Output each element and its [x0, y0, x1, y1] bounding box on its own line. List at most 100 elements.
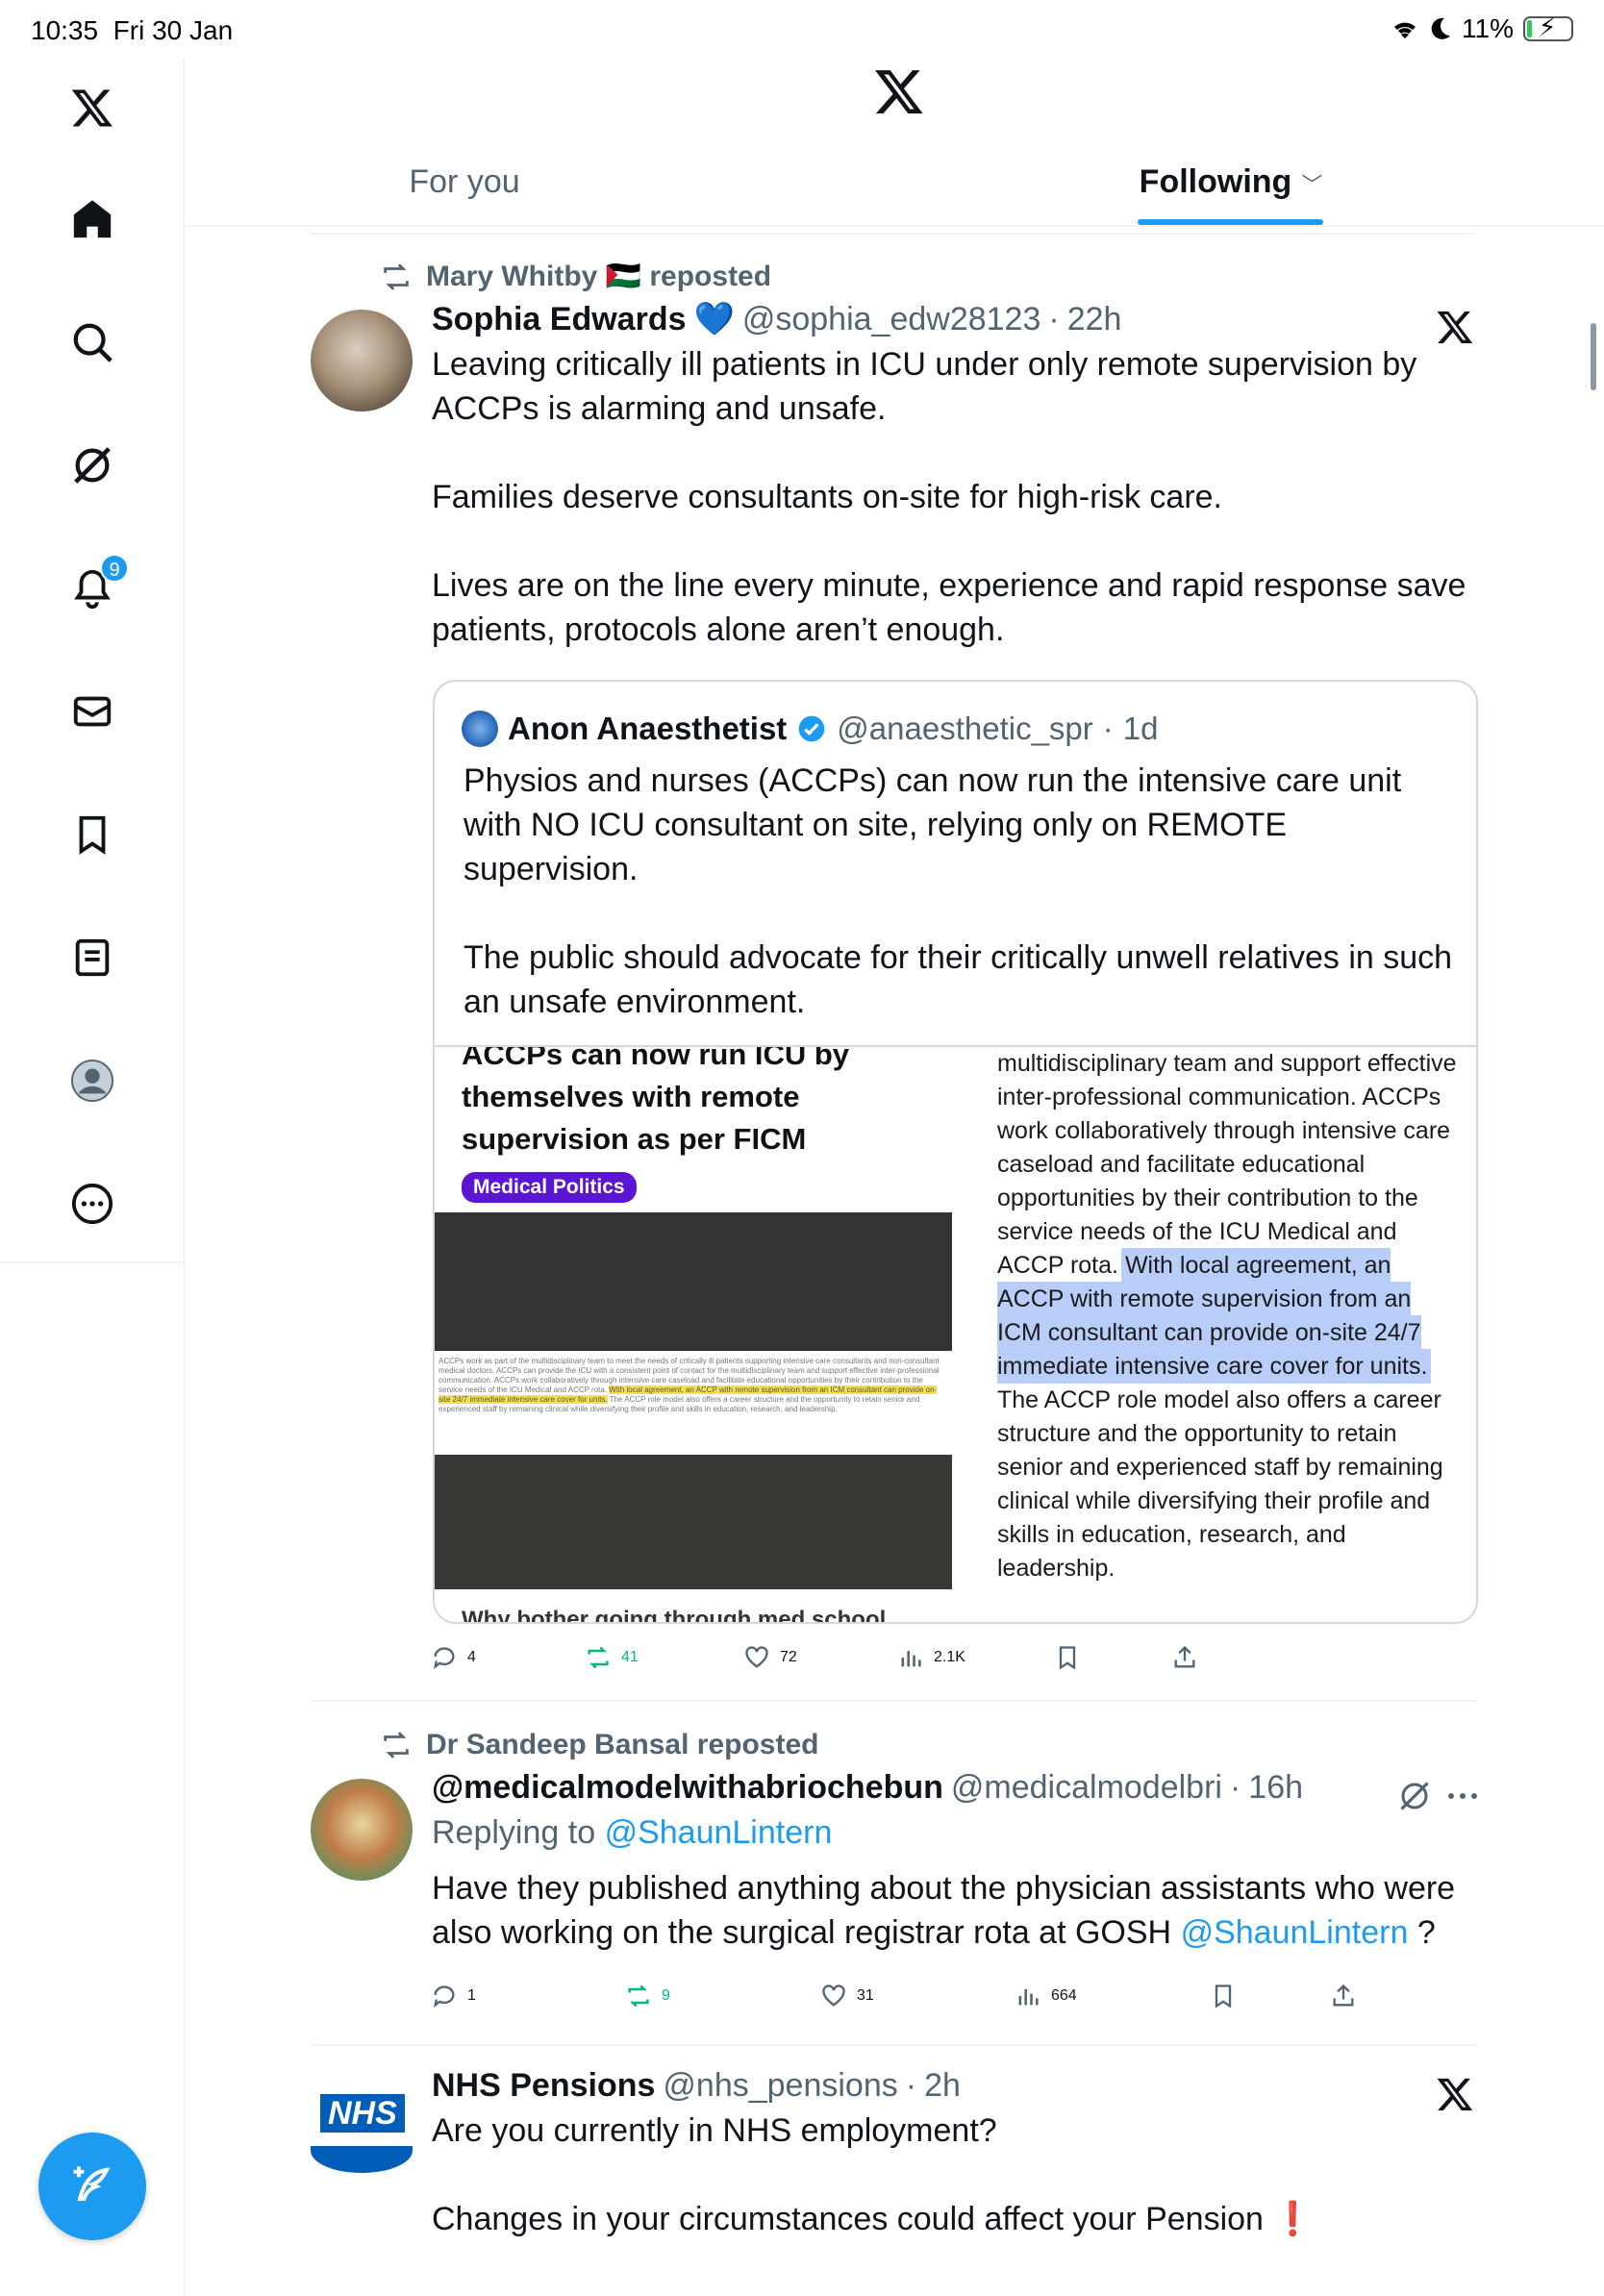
sidebar-item-more[interactable] [63, 1175, 121, 1233]
blue-heart-icon: 💙 [693, 301, 735, 337]
verified-badge-icon [798, 715, 825, 742]
nhs-logo: NHS [320, 2094, 405, 2133]
post-sophia-edwards[interactable]: Mary Whitby 🇵🇸 reposted Sophia Edwards 💙… [311, 252, 1478, 1694]
reply-icon [433, 1647, 455, 1670]
image-dark-block [435, 1455, 952, 1589]
list-icon [75, 938, 110, 977]
heart-icon [822, 1984, 845, 2007]
status-bar: 10:35 Fri 30 Jan 11% ⚡ [0, 0, 1604, 60]
tab-following[interactable]: Following ﹀ [1140, 163, 1323, 201]
home-icon [73, 200, 112, 238]
image-dark-block [435, 1212, 952, 1351]
views-icon [901, 1651, 921, 1667]
quoted-post-time: 1d [1122, 711, 1159, 746]
bookmark-icon [1215, 1984, 1232, 2009]
post-text: Leaving critically ill patients in ICU u… [432, 346, 1466, 648]
battery-percent: 11% [1462, 13, 1514, 43]
status-right: 11% ⚡ [1391, 12, 1573, 44]
x-logo-icon[interactable] [873, 65, 925, 117]
share-button[interactable] [1171, 1644, 1198, 1671]
x-logo-icon[interactable] [63, 79, 121, 137]
sidebar-item-lists[interactable] [63, 929, 121, 986]
repost-icon [384, 1732, 409, 1759]
quoted-author-handle[interactable]: @anaesthetic_spr [837, 711, 1092, 747]
quoted-post-text: Physios and nurses (ACCPs) can now run t… [464, 762, 1453, 1020]
active-tab-indicator [1138, 219, 1323, 225]
image-zoomed-text: multidisciplinary team and support effec… [997, 1050, 1457, 1582]
sidebar-item-notifications[interactable]: 9 [63, 554, 129, 617]
like-button[interactable]: 31 [820, 1983, 874, 2009]
views-button[interactable]: 2.1K [897, 1644, 965, 1671]
mention-link[interactable]: @ShaunLintern [1181, 1914, 1409, 1951]
repost-button[interactable]: 9 [625, 1983, 670, 2009]
sidebar-item-profile[interactable] [63, 1052, 121, 1110]
avatar[interactable] [311, 1779, 413, 1881]
category-pill: Medical Politics [462, 1172, 637, 1203]
compose-button[interactable] [38, 2133, 146, 2240]
sidebar-divider [0, 1261, 185, 1263]
author-handle[interactable]: @medicalmodelbri [951, 1769, 1222, 1807]
timeline-tabs: For you Following ﹀ [186, 144, 1604, 227]
separator-dot: · [1229, 1769, 1241, 1806]
post-time[interactable]: 22h [1067, 301, 1122, 338]
author-name[interactable]: NHS Pensions [432, 2067, 655, 2105]
more-options-icon[interactable] [1445, 1783, 1480, 1809]
sidebar-item-grok[interactable] [63, 437, 121, 494]
post-time[interactable]: 16h [1248, 1769, 1303, 1807]
repost-icon [628, 1984, 649, 2008]
sidebar-item-home[interactable] [63, 190, 121, 248]
scrollbar[interactable] [1591, 323, 1596, 390]
sidebar-edge [184, 1263, 186, 2296]
moon-icon [1431, 17, 1451, 39]
author-name[interactable]: @medicalmodelwithabriochebun [432, 1769, 943, 1807]
post-time[interactable]: 2h [924, 2067, 961, 2105]
bookmark-button[interactable] [1054, 1644, 1081, 1671]
chevron-down-icon: ﹀ [1301, 173, 1323, 197]
separator-dot: · [1048, 300, 1060, 337]
post-header: NHS Pensions @nhs_pensions · 2h [432, 2067, 1477, 2105]
repost-button[interactable]: 41 [585, 1644, 639, 1671]
bookmark-button[interactable] [1210, 1983, 1237, 2009]
avatar[interactable] [462, 711, 498, 747]
quoted-post-image[interactable]: ACCPs can now run ICU by themselves with… [435, 1045, 1476, 1624]
post-header: Sophia Edwards 💙 @sophia_edw28123 · 22h [432, 300, 1477, 338]
compose-icon [73, 2166, 111, 2201]
sidebar-item-messages[interactable] [63, 683, 121, 740]
post-nhs-pensions[interactable]: NHS NHS Pensions @nhs_pensions · 2h Are … [311, 2067, 1477, 2296]
repost-icon [588, 1646, 609, 1669]
author-handle[interactable]: @nhs_pensions [663, 2067, 897, 2105]
bookmark-icon [1059, 1646, 1076, 1670]
share-button[interactable] [1330, 1983, 1357, 2009]
search-icon [73, 323, 113, 362]
reply-button[interactable]: 1 [431, 1983, 476, 2009]
author-handle[interactable]: @sophia_edw28123 [742, 301, 1041, 338]
views-icon [1018, 1989, 1039, 2006]
sidebar-item-bookmarks[interactable] [63, 806, 121, 863]
image-cut-text: Why bother going through med school [462, 1607, 887, 1624]
mention-link[interactable]: @ShaunLintern [605, 1814, 833, 1851]
post-medicalmodel[interactable]: Dr Sandeep Bansal reposted @medicalmodel… [311, 1721, 1477, 2038]
post-text: Have they published anything about the p… [432, 1870, 1456, 1951]
avatar[interactable]: NHS [311, 2077, 413, 2179]
x-logo-icon [1437, 311, 1473, 343]
x-logo-icon [1437, 2078, 1473, 2110]
repost-context: Mary Whitby 🇵🇸 reposted [380, 260, 771, 293]
quoted-author-name[interactable]: Anon Anaesthetist [508, 711, 787, 747]
tab-for-you[interactable]: For you [409, 163, 519, 201]
post-text: Are you currently in NHS employment? Cha… [432, 2112, 1314, 2237]
repost-icon [384, 262, 409, 290]
grok-icon[interactable] [1397, 1779, 1432, 1813]
like-button[interactable]: 72 [743, 1644, 797, 1671]
views-button[interactable]: 664 [1015, 1983, 1077, 2009]
post-divider [311, 2044, 1477, 2046]
reply-button[interactable]: 4 [431, 1644, 476, 1671]
author-name[interactable]: Sophia Edwards [432, 301, 687, 338]
avatar[interactable] [311, 310, 413, 412]
wifi-icon [1394, 22, 1416, 38]
quoted-post[interactable]: Anon Anaesthetist @anaesthetic_spr · 1d … [433, 680, 1478, 1624]
notification-badge: 9 [100, 554, 129, 583]
quoted-post-header: Anon Anaesthetist @anaesthetic_spr · 1d [462, 711, 1159, 747]
repost-context: Dr Sandeep Bansal reposted [380, 1729, 818, 1761]
sidebar-item-explore[interactable] [63, 313, 121, 371]
image-small-text: ACCPs work as part of the multidisciplin… [439, 1357, 940, 1413]
